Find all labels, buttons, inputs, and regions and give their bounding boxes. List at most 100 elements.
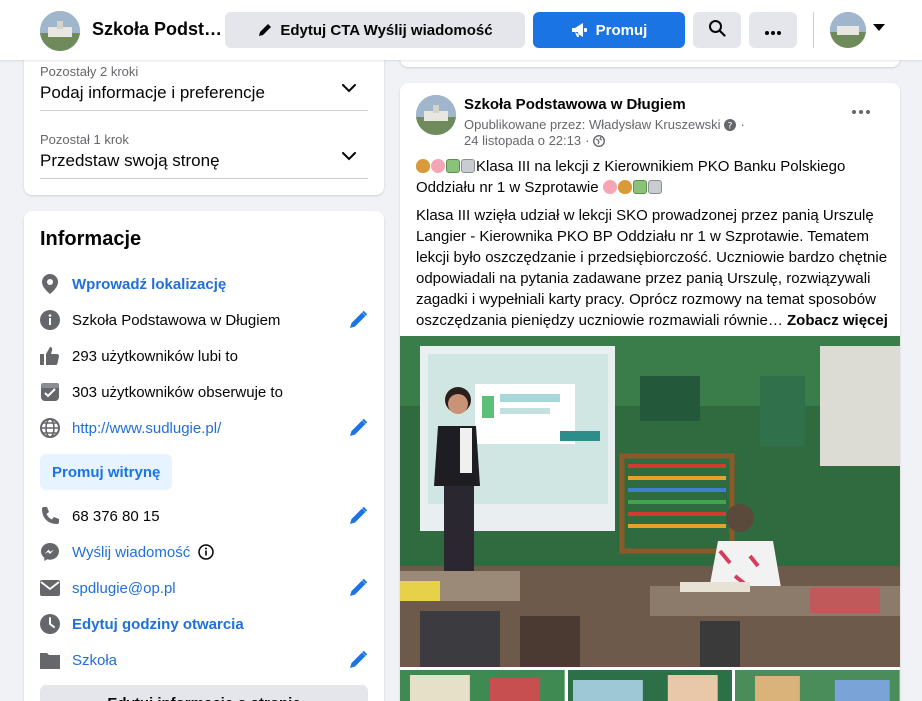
- info-card: Informacje Wprowadź lokalizację Szkoła P…: [24, 211, 384, 701]
- thumbnail-photo[interactable]: [567, 670, 733, 701]
- calculator-icon: [461, 159, 475, 173]
- meta-separator: ·: [585, 133, 590, 148]
- category-tag-icon: [40, 650, 60, 670]
- post-card: Szkoła Podstawowa w Długiem Opublikowane…: [400, 83, 900, 701]
- edit-hours-link[interactable]: Edytuj godziny otwarcia: [72, 616, 244, 633]
- phone-number: 68 376 80 15: [72, 507, 160, 525]
- published-by-text: Opublikowane przez: Władysław Kruszewski: [464, 117, 721, 132]
- website-link[interactable]: http://www.sudlugie.pl/: [72, 420, 221, 437]
- post-author-name[interactable]: Szkoła Podstawowa w Długiem: [464, 96, 686, 113]
- banknote-icon: [446, 159, 460, 173]
- info-followers: 303 użytkowników obserwuje to: [40, 380, 368, 404]
- banknote-icon: [632, 180, 647, 194]
- promote-website-button[interactable]: Promuj witrynę: [40, 454, 173, 490]
- meta-separator: ·: [740, 117, 745, 132]
- edit-cta-button[interactable]: Edytuj CTA Wyślij wiadomość: [225, 12, 525, 48]
- headline-text-1: Klasa III na lekcji z Kierownikiem PKO B…: [476, 158, 846, 175]
- pencil-icon[interactable]: [348, 506, 368, 531]
- step-title: Podaj informacje i preferencje: [40, 83, 265, 102]
- category-link[interactable]: Szkoła: [72, 652, 117, 669]
- chevron-down-icon[interactable]: [342, 148, 356, 166]
- post-photo[interactable]: [400, 336, 900, 667]
- post-body: Klasa III wzięła udział w lekcji SKO pro…: [416, 205, 888, 331]
- info-circle-icon[interactable]: [198, 544, 214, 560]
- step-remaining: Pozostał 1 krok: [40, 132, 129, 147]
- pig-icon: [431, 159, 445, 173]
- info-email: spdlugie@op.pl: [40, 576, 368, 600]
- thumbs-up-icon: [40, 346, 60, 366]
- setup-steps-card: Pozostały 2 kroki Podaj informacje i pre…: [24, 48, 384, 195]
- location-pin-icon: [40, 274, 60, 294]
- info-location[interactable]: Wprowadź lokalizację: [40, 272, 368, 296]
- more-dots-icon: [852, 101, 870, 118]
- likes-count: 293 użytkowników lubi to: [72, 347, 238, 365]
- clock-icon: [40, 614, 60, 634]
- info-likes: 293 użytkowników lubi to: [40, 344, 368, 368]
- see-more-link[interactable]: Zobacz więcej: [787, 312, 888, 329]
- setup-step-introduce[interactable]: Pozostał 1 krok Przedstaw swoją stronę: [40, 132, 368, 171]
- edit-page-info-button[interactable]: Edytuj informacje o stronie: [40, 685, 368, 701]
- setup-step-preferences[interactable]: Pozostały 2 kroki Podaj informacje i pre…: [40, 64, 368, 103]
- megaphone-icon: [571, 22, 589, 38]
- post-body-text: Klasa III wzięła udział w lekcji SKO pro…: [416, 207, 888, 329]
- messenger-icon: [40, 542, 60, 562]
- promote-button[interactable]: Promuj: [533, 12, 685, 48]
- send-message-link[interactable]: Wyślij wiadomość: [72, 544, 190, 561]
- info-hours: Edytuj godziny otwarcia: [40, 612, 368, 636]
- info-category: Szkoła: [40, 648, 368, 672]
- followers-check-icon: [40, 382, 60, 402]
- globe-icon: [593, 134, 606, 147]
- info-phone: 68 376 80 15: [40, 504, 368, 528]
- post-date-row: 24 listopada o 22:13 ·: [464, 133, 606, 148]
- post-author-avatar[interactable]: [416, 95, 456, 135]
- pig-icon: [602, 180, 617, 194]
- info-title: Informacje: [40, 228, 142, 250]
- page-name[interactable]: Szkoła Podst…: [92, 19, 222, 40]
- thumbnail-photo[interactable]: [735, 670, 900, 701]
- calculator-icon: [647, 180, 662, 194]
- more-options-button[interactable]: [749, 12, 797, 48]
- chevron-down-icon[interactable]: [873, 24, 885, 31]
- divider: [40, 178, 368, 179]
- info-page-name: Szkoła Podstawowa w Długiem: [40, 308, 368, 332]
- help-icon[interactable]: ?: [724, 118, 737, 131]
- info-message: Wyślij wiadomość: [40, 540, 368, 564]
- post-date[interactable]: 24 listopada o 22:13: [464, 133, 581, 148]
- promote-label: Promuj: [595, 21, 648, 39]
- page-avatar[interactable]: [40, 11, 80, 51]
- svg-text:?: ?: [728, 121, 733, 131]
- followers-count: 303 użytkowników obserwuje to: [72, 383, 283, 401]
- phone-icon: [40, 506, 60, 526]
- globe-icon: [40, 418, 60, 438]
- location-link[interactable]: Wprowadź lokalizację: [72, 276, 226, 293]
- post-headline: Klasa III na lekcji z Kierownikiem PKO B…: [416, 156, 886, 198]
- edit-cta-label: Edytuj CTA Wyślij wiadomość: [280, 21, 493, 39]
- post-options-button[interactable]: [852, 101, 870, 119]
- headline-text-2: Oddziału nr 1 w Szprotawie: [416, 179, 599, 196]
- search-button[interactable]: [693, 12, 741, 48]
- pencil-icon[interactable]: [348, 650, 368, 675]
- account-avatar[interactable]: [830, 12, 866, 48]
- email-link[interactable]: spdlugie@op.pl: [72, 580, 176, 597]
- info-circle-icon: [40, 310, 60, 330]
- pencil-icon[interactable]: [348, 310, 368, 335]
- step-remaining: Pozostały 2 kroki: [40, 64, 139, 79]
- chevron-down-icon[interactable]: [342, 80, 356, 98]
- topbar-divider: [813, 12, 814, 48]
- info-website: http://www.sudlugie.pl/: [40, 416, 368, 440]
- money-bag-icon: [416, 159, 430, 173]
- step-title: Przedstaw swoją stronę: [40, 151, 220, 170]
- page-full-name: Szkoła Podstawowa w Długiem: [72, 311, 281, 329]
- envelope-icon: [40, 578, 60, 598]
- more-dots-icon: [765, 22, 781, 39]
- money-bag-icon: [617, 180, 632, 194]
- pencil-icon[interactable]: [348, 418, 368, 443]
- post-published-by: Opublikowane przez: Władysław Kruszewski…: [464, 117, 745, 132]
- post-photo-thumbnails: [400, 670, 900, 701]
- page-top-bar: Szkoła Podst… Edytuj CTA Wyślij wiadomoś…: [0, 0, 922, 60]
- pencil-icon: [257, 22, 273, 38]
- search-icon: [708, 19, 726, 41]
- thumbnail-photo[interactable]: [400, 670, 565, 701]
- pencil-icon[interactable]: [348, 578, 368, 603]
- divider: [40, 110, 368, 111]
